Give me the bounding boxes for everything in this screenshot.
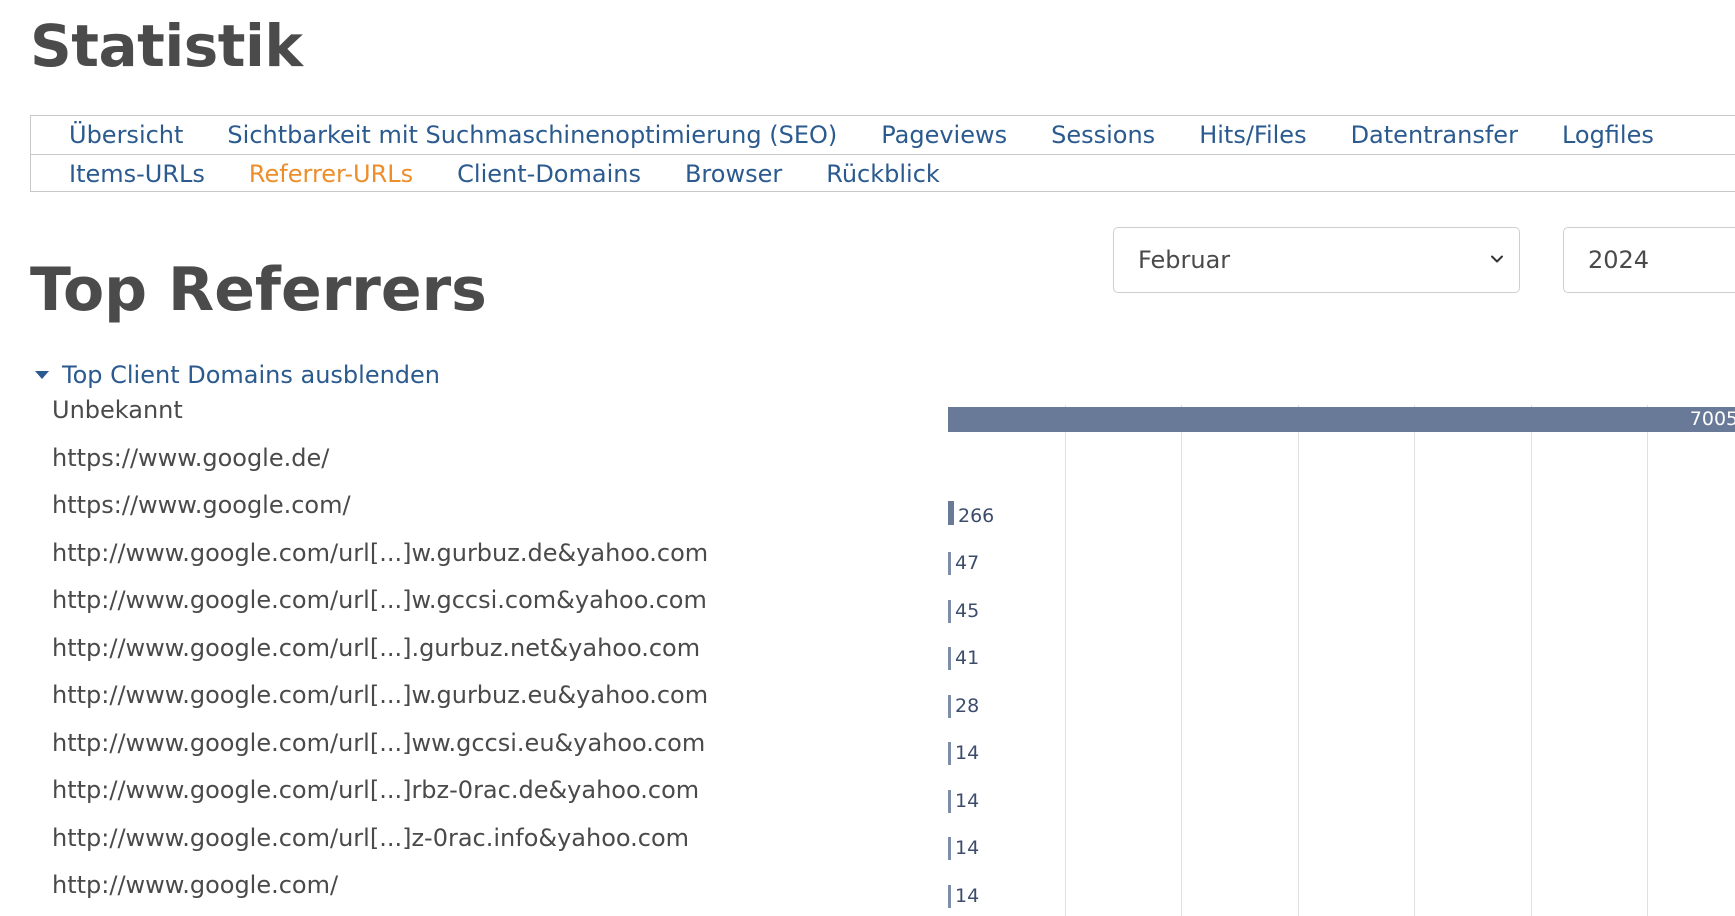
chart-bar bbox=[948, 837, 951, 860]
chart-bar bbox=[948, 552, 951, 575]
bar-value-label: 45 bbox=[955, 599, 980, 622]
toggle-client-domains-label: Top Client Domains ausblenden bbox=[62, 361, 441, 389]
tab-rueckblick[interactable]: Rückblick bbox=[826, 160, 940, 188]
chart-bar bbox=[948, 742, 951, 765]
chart-bar bbox=[948, 694, 951, 718]
tab-row-primary: Übersicht Sichtbarkeit mit Suchmaschineno… bbox=[31, 116, 1735, 154]
referrer-label: http://www.google.com/ bbox=[52, 871, 339, 899]
month-select-value: Februar bbox=[1138, 246, 1231, 274]
bar-value-label: 266 bbox=[958, 504, 995, 527]
chart-gridline bbox=[1181, 405, 1182, 916]
tab-sessions[interactable]: Sessions bbox=[1051, 121, 1155, 149]
tab-browser[interactable]: Browser bbox=[685, 160, 782, 188]
bar-value-label: 14 bbox=[955, 837, 980, 859]
referrer-label: http://www.google.com/url[...]z-0rac.inf… bbox=[52, 823, 690, 852]
year-select-value: 2024 bbox=[1588, 246, 1650, 274]
chart-gridline bbox=[1297, 405, 1299, 916]
chevron-down-icon bbox=[1491, 255, 1503, 263]
tab-row-secondary: Items-URLs Referrer-URLs Client-Domains Bro… bbox=[31, 154, 1735, 192]
tab-pageviews[interactable]: Pageviews bbox=[881, 121, 1007, 149]
referrer-label: Unbekannt bbox=[52, 396, 183, 424]
chart-gridline bbox=[1647, 405, 1648, 916]
bar-value-label: 14 bbox=[955, 742, 980, 764]
tab-client-domains[interactable]: Client-Domains bbox=[457, 160, 641, 188]
tab-datentransfer[interactable]: Datentransfer bbox=[1351, 121, 1518, 149]
tab-logfiles[interactable]: Logfiles bbox=[1562, 121, 1654, 149]
toggle-client-domains-link[interactable]: Top Client Domains ausblenden bbox=[34, 361, 440, 389]
page-title: Statistik bbox=[30, 12, 303, 80]
referrer-label: http://www.google.com/url[...]w.gurbuz.d… bbox=[52, 538, 709, 567]
referrer-label: https://www.google.com/ bbox=[52, 491, 351, 519]
tab-hits-files[interactable]: Hits/Files bbox=[1199, 121, 1306, 149]
year-select[interactable]: 2024 bbox=[1563, 227, 1735, 293]
tab-items-urls[interactable]: Items-URLs bbox=[69, 160, 205, 188]
referrer-label: http://www.google.com/url[...].gurbuz.ne… bbox=[52, 633, 701, 662]
tab-seo[interactable]: Sichtbarkeit mit Suchmaschinenoptimierun… bbox=[227, 121, 837, 149]
referrer-label: http://www.google.com/url[...]w.gurbuz.e… bbox=[52, 681, 709, 709]
chart-bar bbox=[948, 599, 951, 623]
referrer-label: http://www.google.com/url[...]ww.gccsi.e… bbox=[52, 728, 706, 757]
caret-down-icon bbox=[35, 371, 49, 379]
chart-bar bbox=[948, 500, 954, 525]
chart-bar bbox=[948, 884, 951, 908]
bar-value-label: 47 bbox=[955, 552, 980, 574]
bar-value-label: 14 bbox=[955, 789, 980, 812]
bar-value-label: 14 bbox=[955, 884, 980, 907]
bar-value-label: 41 bbox=[955, 647, 980, 669]
month-select[interactable]: Februar bbox=[1113, 227, 1520, 293]
referrer-label: https://www.google.de/ bbox=[52, 443, 330, 472]
bar-value-label: 28 bbox=[955, 694, 980, 717]
chart-bar bbox=[948, 789, 951, 813]
tab-referrer-urls[interactable]: Referrer-URLs bbox=[249, 160, 413, 188]
referrer-label: http://www.google.com/url[...]rbz-0rac.d… bbox=[52, 776, 700, 804]
bar-value-label: 70052 bbox=[1689, 408, 1735, 430]
section-title: Top Referrers bbox=[30, 255, 487, 325]
chart-bar bbox=[948, 647, 951, 670]
chart-gridline bbox=[1530, 405, 1532, 916]
referrer-bar-chart: 7005226647454128141414149 bbox=[948, 405, 1735, 916]
chart-gridline bbox=[1414, 405, 1415, 916]
stats-tab-navigation: Übersicht Sichtbarkeit mit Suchmaschineno… bbox=[30, 115, 1735, 192]
chart-gridline bbox=[1064, 405, 1066, 916]
referrer-label: http://www.google.com/url[...]w.gccsi.co… bbox=[52, 586, 707, 614]
tab-uebersicht[interactable]: Übersicht bbox=[69, 121, 183, 149]
